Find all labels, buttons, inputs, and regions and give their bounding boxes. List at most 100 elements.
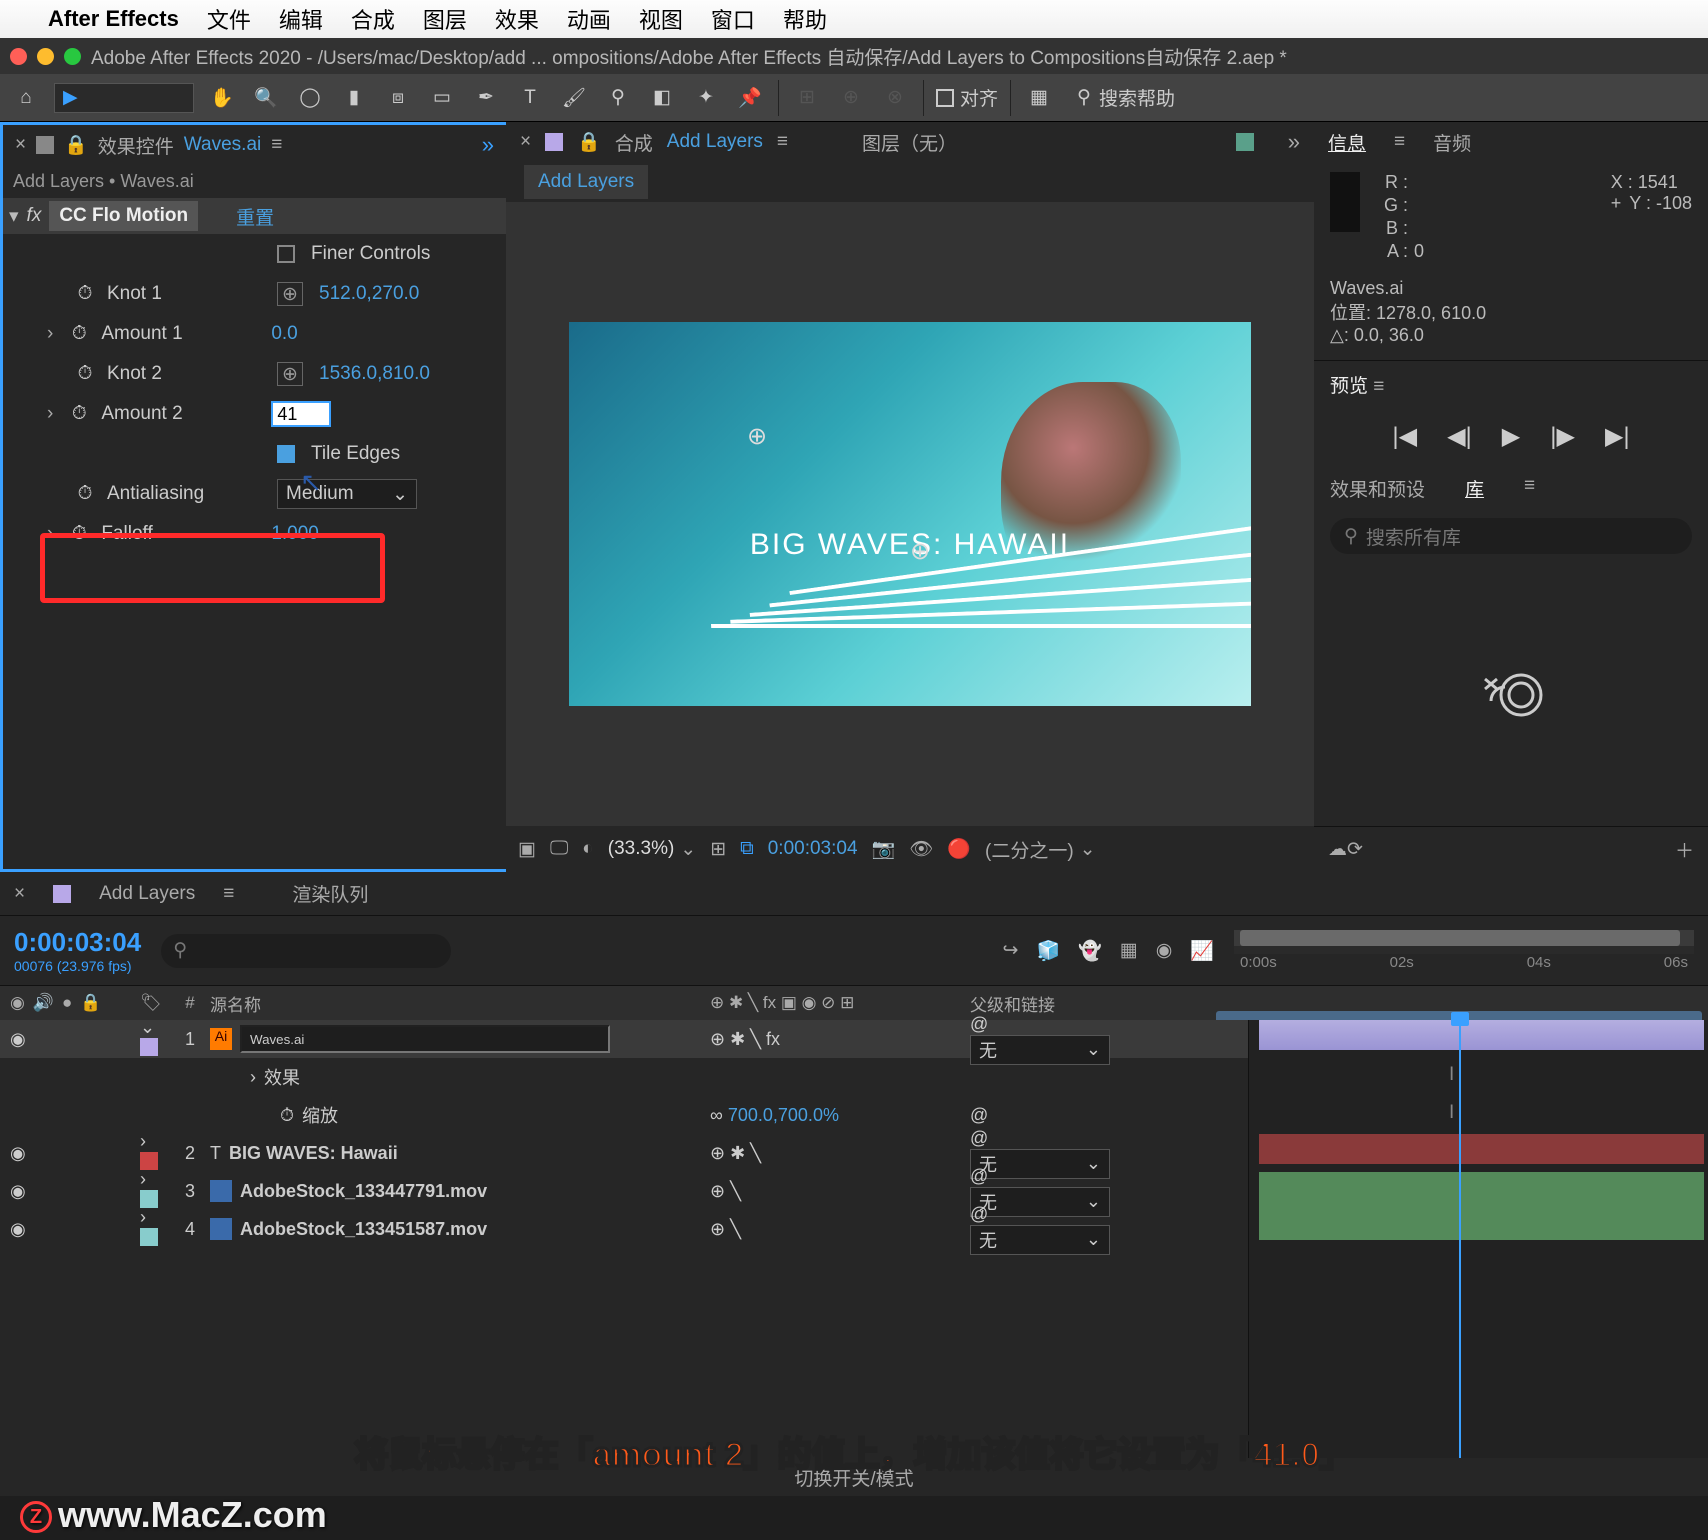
tab-info[interactable]: 信息 xyxy=(1328,129,1366,156)
show-snapshot-icon[interactable]: 👁 xyxy=(909,837,933,861)
track-bar-3[interactable] xyxy=(1259,1172,1704,1240)
twirl-icon[interactable]: › xyxy=(140,1131,146,1151)
layer-tab-label[interactable]: 图层（无） xyxy=(862,129,957,156)
stopwatch-icon[interactable]: ⏱ xyxy=(280,1105,294,1126)
tab-audio[interactable]: 音频 xyxy=(1433,129,1471,156)
lock-header-icon[interactable]: 🔒 xyxy=(80,993,101,1013)
reset-link[interactable]: 重置 xyxy=(236,203,274,230)
scale-value[interactable]: 700.0,700.0% xyxy=(728,1105,839,1125)
twirl-icon[interactable]: ▾ xyxy=(9,205,19,228)
tab-library[interactable]: 库 xyxy=(1465,475,1484,502)
track-bar-1[interactable] xyxy=(1259,1020,1704,1050)
roto-tool-icon[interactable]: ✦ xyxy=(690,82,722,114)
effect-name[interactable]: CC Flo Motion xyxy=(49,201,198,231)
track-bar-2[interactable] xyxy=(1259,1134,1704,1164)
layer-name-input[interactable] xyxy=(240,1025,610,1053)
stopwatch-icon[interactable]: ⏱ xyxy=(73,363,97,385)
menu-comp[interactable]: 合成 xyxy=(351,3,395,35)
label-header-icon[interactable]: 🏷 xyxy=(140,993,170,1013)
solo-header-icon[interactable]: ● xyxy=(62,993,72,1013)
pickwhip-icon[interactable]: @ xyxy=(970,1105,988,1125)
axis-local-icon[interactable]: ⊞ xyxy=(791,82,823,114)
stopwatch-icon[interactable]: ⏱ xyxy=(73,283,97,305)
eye-icon[interactable]: ◉ xyxy=(10,1029,26,1050)
draft3d-icon[interactable]: 🧊 xyxy=(1036,939,1060,963)
zoom-select[interactable]: (33.3%)⌄ xyxy=(608,838,696,861)
menu-layer[interactable]: 图层 xyxy=(423,3,467,35)
axis-view-icon[interactable]: ⊗ xyxy=(879,82,911,114)
close-tab-icon[interactable]: × xyxy=(15,134,26,156)
snap-toggle[interactable]: 对齐 xyxy=(936,84,998,111)
twirl-icon[interactable]: › xyxy=(47,323,53,345)
snapshot-icon[interactable]: 📷 xyxy=(872,837,896,861)
pickwhip-icon[interactable]: @ xyxy=(970,1128,988,1148)
prev-frame-icon[interactable]: ◀| xyxy=(1447,422,1472,451)
resolution-select[interactable]: (二分之一)⌄ xyxy=(985,836,1096,863)
workspace-icon[interactable]: ▦ xyxy=(1023,82,1055,114)
cloud-sync-icon[interactable]: ☁⟳ xyxy=(1328,838,1363,861)
expand-panel-icon[interactable]: » xyxy=(1288,129,1300,155)
timeline-search[interactable]: ⚲ xyxy=(161,934,451,968)
crosshair-icon[interactable]: ⊕ xyxy=(277,362,303,386)
crosshair-icon[interactable]: ⊕ xyxy=(277,282,303,306)
comp-subtab[interactable]: Add Layers xyxy=(524,165,648,199)
eye-icon[interactable]: ◉ xyxy=(10,1219,26,1240)
stamp-tool-icon[interactable]: ⚲ xyxy=(602,82,634,114)
add-icon[interactable]: ＋ xyxy=(1675,836,1694,863)
pickwhip-icon[interactable]: @ xyxy=(970,1166,988,1186)
safe-zone-icon[interactable]: ⧉ xyxy=(740,838,754,860)
twirl-icon[interactable]: › xyxy=(140,1169,146,1189)
render-queue-tab[interactable]: 渲染队列 xyxy=(292,880,368,907)
twirl-icon[interactable]: ⌄ xyxy=(140,1017,155,1037)
stopwatch-icon[interactable]: ⏱ xyxy=(67,403,91,425)
prop-tile-edges[interactable]: Tile Edges xyxy=(311,443,400,465)
next-frame-icon[interactable]: |▶ xyxy=(1550,422,1575,451)
text-tool-icon[interactable]: T xyxy=(514,82,546,114)
hand-tool-icon[interactable]: ✋ xyxy=(206,82,238,114)
pan-behind-tool-icon[interactable]: ⧈ xyxy=(382,82,414,114)
twirl-icon[interactable]: › xyxy=(47,403,53,425)
first-frame-icon[interactable]: |◀ xyxy=(1392,422,1417,451)
twirl-icon[interactable]: › xyxy=(47,523,53,545)
eye-icon[interactable]: ◉ xyxy=(10,1143,26,1164)
tab-effects-presets[interactable]: 效果和预设 xyxy=(1330,475,1425,502)
timecode[interactable]: 0:00:03:04 xyxy=(768,838,858,860)
menu-file[interactable]: 文件 xyxy=(207,3,251,35)
col-num[interactable]: # xyxy=(170,993,210,1013)
col-parent[interactable]: 父级和链接 xyxy=(970,991,1210,1016)
rect-tool-icon[interactable]: ▭ xyxy=(426,82,458,114)
minimize-window-icon[interactable] xyxy=(37,48,54,65)
time-cursor-icon[interactable]: I xyxy=(1449,1102,1454,1124)
menu-edit[interactable]: 编辑 xyxy=(279,3,323,35)
tab-preview[interactable]: 预览 xyxy=(1330,376,1368,397)
menu-effect[interactable]: 效果 xyxy=(495,3,539,35)
time-ruler[interactable] xyxy=(1234,930,1694,954)
motion-blur-icon[interactable]: ◉ xyxy=(1156,939,1173,963)
eye-header-icon[interactable]: ◉ xyxy=(10,993,25,1013)
lock-icon[interactable]: 🔒 xyxy=(64,133,88,157)
col-source[interactable]: 源名称 xyxy=(210,991,710,1016)
pickwhip-icon[interactable]: @ xyxy=(970,1014,988,1034)
mask-icon[interactable]: ◐ xyxy=(582,838,593,860)
time-cursor-icon[interactable]: I xyxy=(1449,1064,1454,1086)
menu-view[interactable]: 视图 xyxy=(639,3,683,35)
fx-badge-icon[interactable]: fx xyxy=(27,205,42,227)
grid-icon[interactable]: ⊞ xyxy=(710,838,726,861)
stopwatch-icon[interactable]: ⏱ xyxy=(67,523,91,545)
timeline-timecode[interactable]: 0:00:03:04 xyxy=(14,927,141,958)
frame-blend-icon[interactable]: ▦ xyxy=(1120,939,1138,963)
twirl-icon[interactable]: › xyxy=(250,1067,256,1088)
val-knot1[interactable]: 512.0,270.0 xyxy=(319,283,419,305)
val-knot2[interactable]: 1536.0,810.0 xyxy=(319,363,430,385)
lock-icon[interactable]: 🔒 xyxy=(577,130,601,154)
composition-viewer[interactable]: BIG WAVES: HAWAII ⊕ ⊕ xyxy=(569,322,1251,706)
last-frame-icon[interactable]: ▶| xyxy=(1605,422,1630,451)
orbit-tool-icon[interactable]: ◯ xyxy=(294,82,326,114)
zoom-tool-icon[interactable]: 🔍 xyxy=(250,82,282,114)
puppet-tool-icon[interactable]: 📌 xyxy=(734,82,766,114)
zoom-window-icon[interactable] xyxy=(64,48,81,65)
comp-tab-link[interactable]: Add Layers xyxy=(667,131,763,153)
eye-icon[interactable]: ◉ xyxy=(10,1181,26,1202)
eraser-tool-icon[interactable]: ◧ xyxy=(646,82,678,114)
close-window-icon[interactable] xyxy=(10,48,27,65)
